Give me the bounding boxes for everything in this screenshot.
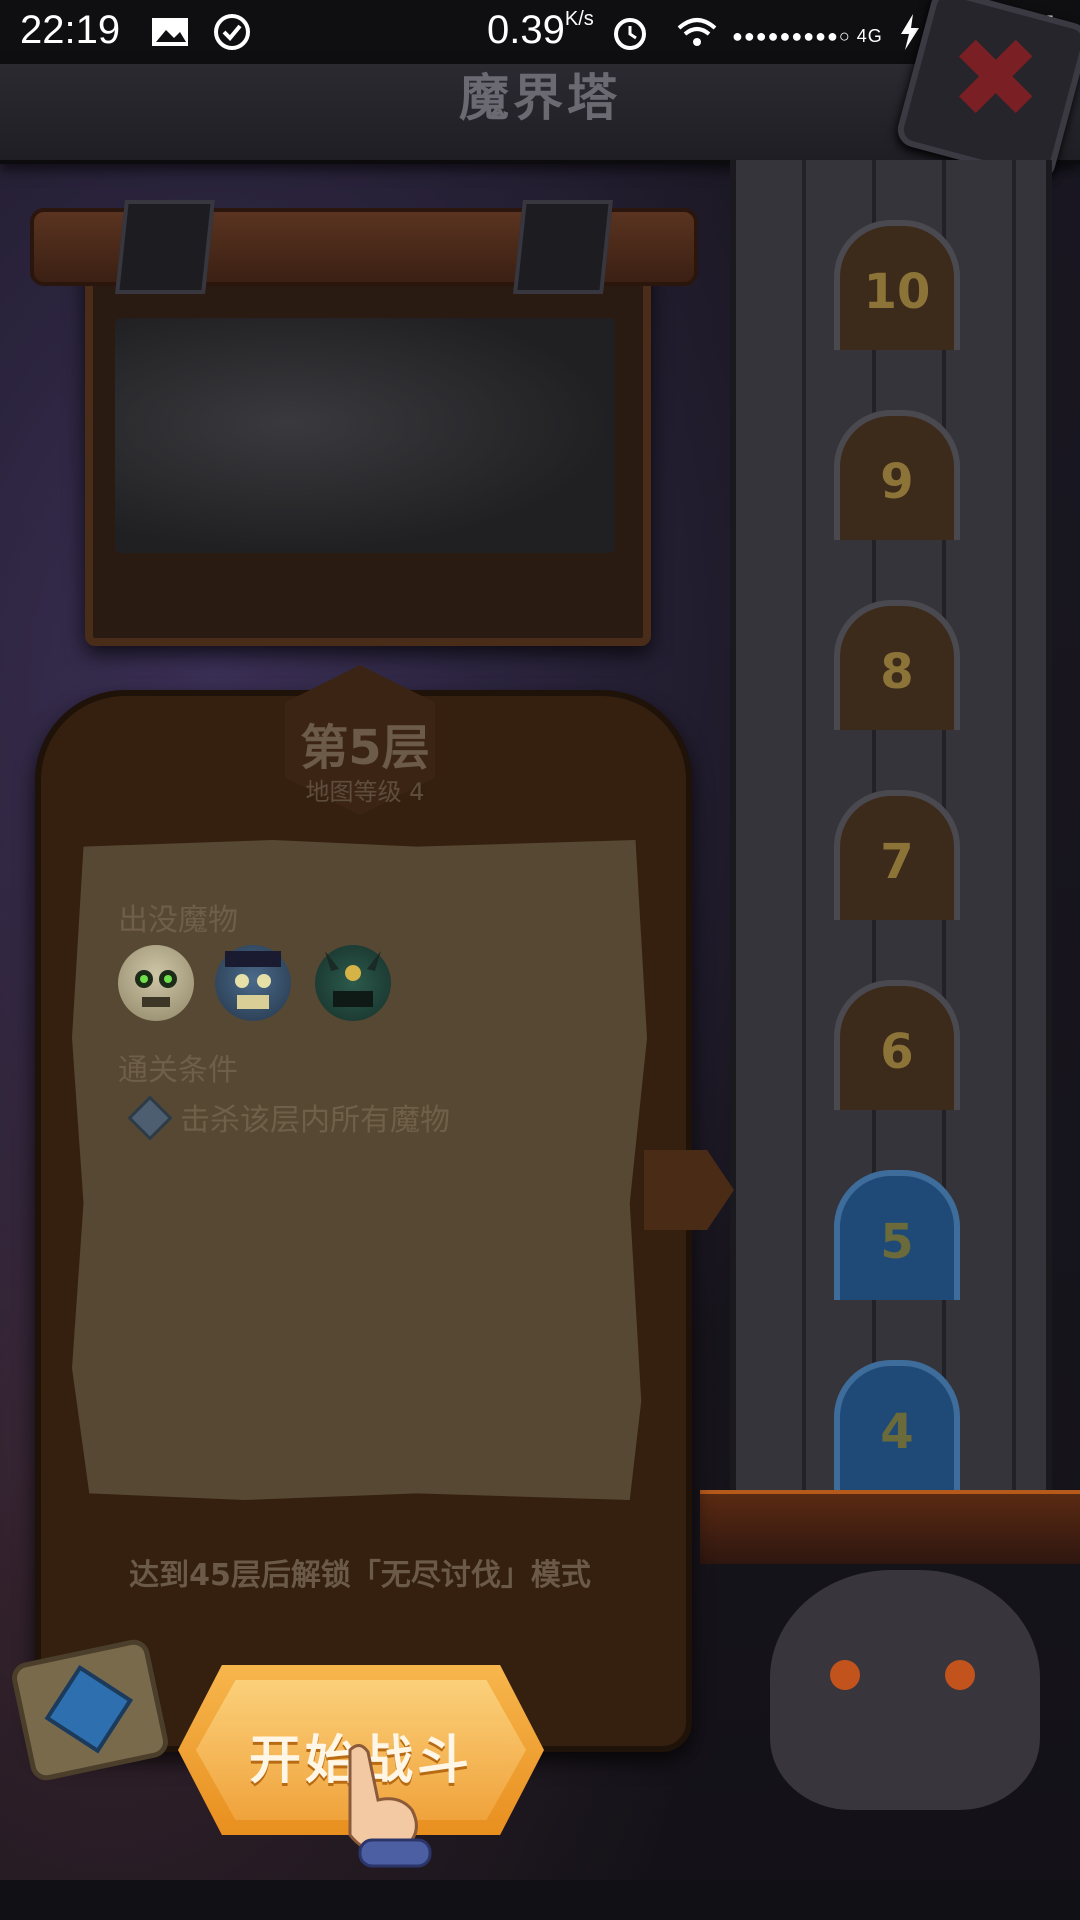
network-type-label: 4G — [856, 26, 883, 46]
close-x-icon: ✖ — [949, 14, 1042, 143]
skull-eye-icon — [945, 1660, 975, 1690]
map-level: 地图等级 4 — [305, 778, 425, 806]
skull-monster-icon — [118, 945, 194, 1021]
tower-floor: 9 — [736, 350, 1046, 552]
floor-number: 6 — [880, 1024, 914, 1080]
tower-floor: 6 — [736, 920, 1046, 1122]
clear-condition-text: 击杀该层内所有魔物 — [180, 1103, 450, 1138]
tower-floor: 10 — [736, 160, 1046, 362]
floor-number: 9 — [880, 454, 914, 510]
locked-floor-door[interactable]: 10 — [834, 220, 960, 362]
image-notification-icon — [150, 12, 190, 52]
tower-floor: 4 — [736, 1300, 1046, 1502]
iron-bracket-icon — [513, 200, 613, 294]
locked-floor-door[interactable]: 8 — [834, 600, 960, 742]
tower-floor: 5 — [736, 1110, 1046, 1312]
tutorial-hand-icon — [320, 1740, 440, 1870]
bottom-bar — [0, 1880, 1080, 1920]
floor-number: 10 — [863, 264, 931, 320]
floor-number: 4 — [880, 1404, 914, 1460]
tower-floor: 7 — [736, 730, 1046, 932]
lava-ledge — [700, 1490, 1080, 1564]
floor-number: 7 — [880, 834, 914, 890]
blue-gem-icon — [44, 1664, 134, 1754]
map-frame — [85, 240, 651, 646]
monsters-label: 出没魔物 — [118, 903, 238, 938]
map-preview — [30, 180, 698, 646]
skull-gate-icon — [770, 1570, 1040, 1810]
parchment-scroll — [72, 840, 647, 1500]
level-title: 第5层 — [300, 720, 430, 776]
tower-floor: 8 — [736, 540, 1046, 742]
floor-number: 5 — [880, 1214, 914, 1270]
locked-floor-door[interactable]: 7 — [834, 790, 960, 932]
iron-bracket-icon — [115, 200, 215, 294]
tower: 10 9 8 7 6 5 4 — [730, 160, 1052, 1502]
network-speed: 0.39K/s — [487, 8, 594, 53]
locked-floor-door[interactable]: 9 — [834, 410, 960, 552]
unlocked-floor-door[interactable]: 4 — [834, 1360, 960, 1502]
unlock-note: 达到45层后解锁「无尽讨伐」模式 — [129, 1558, 591, 1593]
speed-unit: K/s — [564, 8, 594, 30]
speed-value: 0.39 — [487, 8, 565, 52]
rock-map-image — [115, 318, 615, 553]
signal-dots: ●●●●●●●●●○ 4G — [732, 26, 883, 46]
alarm-icon — [610, 12, 650, 52]
demon-monster-icon — [315, 945, 391, 1021]
clear-condition-label: 通关条件 — [118, 1053, 238, 1088]
status-time: 22:19 — [20, 8, 121, 52]
check-circle-icon — [212, 12, 252, 52]
unlocked-floor-door[interactable]: 5 — [834, 1170, 960, 1312]
wifi-icon — [675, 12, 717, 52]
skull-eye-icon — [830, 1660, 860, 1690]
locked-floor-door[interactable]: 6 — [834, 980, 960, 1122]
zombie-monster-icon — [215, 945, 291, 1021]
floor-number: 8 — [880, 644, 914, 700]
